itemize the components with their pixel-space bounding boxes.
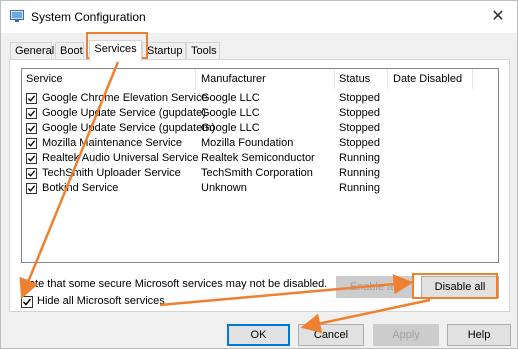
service-manufacturer: Realtek Semiconductor <box>201 152 315 164</box>
tab-boot[interactable]: Boot <box>55 42 84 59</box>
column-header-status[interactable]: Status <box>339 69 370 89</box>
service-name: Realtek Audio Universal Service <box>42 152 199 164</box>
service-name: Google Update Service (gupdate) <box>42 107 206 119</box>
service-checkbox[interactable] <box>26 93 37 104</box>
cancel-button[interactable]: Cancel <box>298 324 364 346</box>
service-checkbox[interactable] <box>26 138 37 149</box>
close-icon[interactable]: ✕ <box>485 5 511 29</box>
tab-tools[interactable]: Tools <box>186 42 220 59</box>
checkmark-icon <box>27 95 36 102</box>
tab-services[interactable]: Services <box>89 40 142 61</box>
service-checkbox[interactable] <box>26 168 37 179</box>
apply-button[interactable]: Apply <box>373 324 439 346</box>
window-title: System Configuration <box>31 10 146 24</box>
column-header-date-disabled[interactable]: Date Disabled <box>393 69 462 89</box>
tab-general[interactable]: General <box>10 42 54 59</box>
service-status: Running <box>339 167 380 179</box>
system-config-icon <box>10 10 24 22</box>
help-button[interactable]: Help <box>447 324 511 346</box>
service-status: Stopped <box>339 92 380 104</box>
ok-button[interactable]: OK <box>227 324 290 346</box>
service-name: TechSmith Uploader Service <box>42 167 181 179</box>
table-row[interactable]: Mozilla Maintenance Service Mozilla Found… <box>22 136 498 151</box>
service-checkbox[interactable] <box>26 123 37 134</box>
checkmark-icon <box>22 298 32 306</box>
title-bar: System Configuration ✕ <box>1 1 517 33</box>
column-divider[interactable] <box>472 69 473 89</box>
service-name: Google Update Service (gupdatem) <box>42 122 216 134</box>
service-status: Running <box>339 182 380 194</box>
table-row[interactable]: TechSmith Uploader Service TechSmith Corp… <box>22 166 498 181</box>
service-status: Running <box>339 152 380 164</box>
tab-startup[interactable]: Startup <box>142 42 186 59</box>
table-row[interactable]: Realtek Audio Universal Service Realtek S… <box>22 151 498 166</box>
enable-all-button[interactable]: Enable all <box>336 276 412 298</box>
service-checkbox[interactable] <box>26 183 37 194</box>
service-checkbox[interactable] <box>26 153 37 164</box>
table-row[interactable]: Botkind Service Unknown Running <box>22 181 498 196</box>
table-row[interactable]: Google Update Service (gupdatem) Google L… <box>22 121 498 136</box>
secure-services-note: Note that some secure Microsoft services… <box>21 278 328 290</box>
service-name: Botkind Service <box>42 182 119 194</box>
service-manufacturer: Google LLC <box>201 122 260 134</box>
service-manufacturer: TechSmith Corporation <box>201 167 313 179</box>
column-header-manufacturer[interactable]: Manufacturer <box>201 69 266 89</box>
column-divider[interactable] <box>195 69 196 89</box>
checkmark-icon <box>27 125 36 132</box>
column-header-service[interactable]: Service <box>26 69 63 89</box>
service-checkbox[interactable] <box>26 108 37 119</box>
service-name: Mozilla Maintenance Service <box>42 137 183 149</box>
service-manufacturer: Unknown <box>201 182 247 194</box>
table-row[interactable]: Google Chrome Elevation Service Google LL… <box>22 91 498 106</box>
hide-microsoft-services-label[interactable]: Hide all Microsoft services <box>37 295 165 307</box>
disable-all-highlight <box>412 273 498 299</box>
table-row[interactable]: Google Update Service (gupdate) Google LL… <box>22 106 498 121</box>
column-divider[interactable] <box>387 69 388 89</box>
service-status: Stopped <box>339 122 380 134</box>
service-status: Stopped <box>339 107 380 119</box>
services-list[interactable]: Service Manufacturer Status Date Disable… <box>21 68 499 263</box>
service-manufacturer: Google LLC <box>201 92 260 104</box>
checkmark-icon <box>27 140 36 147</box>
column-divider[interactable] <box>334 69 335 89</box>
service-name: Google Chrome Elevation Service <box>42 92 208 104</box>
checkmark-icon <box>27 185 36 192</box>
service-manufacturer: Google LLC <box>201 107 260 119</box>
service-manufacturer: Mozilla Foundation <box>201 137 294 149</box>
checkmark-icon <box>27 155 36 162</box>
service-status: Stopped <box>339 137 380 149</box>
hide-microsoft-services-checkbox[interactable] <box>21 296 33 308</box>
checkmark-icon <box>27 110 36 117</box>
checkmark-icon <box>27 170 36 177</box>
